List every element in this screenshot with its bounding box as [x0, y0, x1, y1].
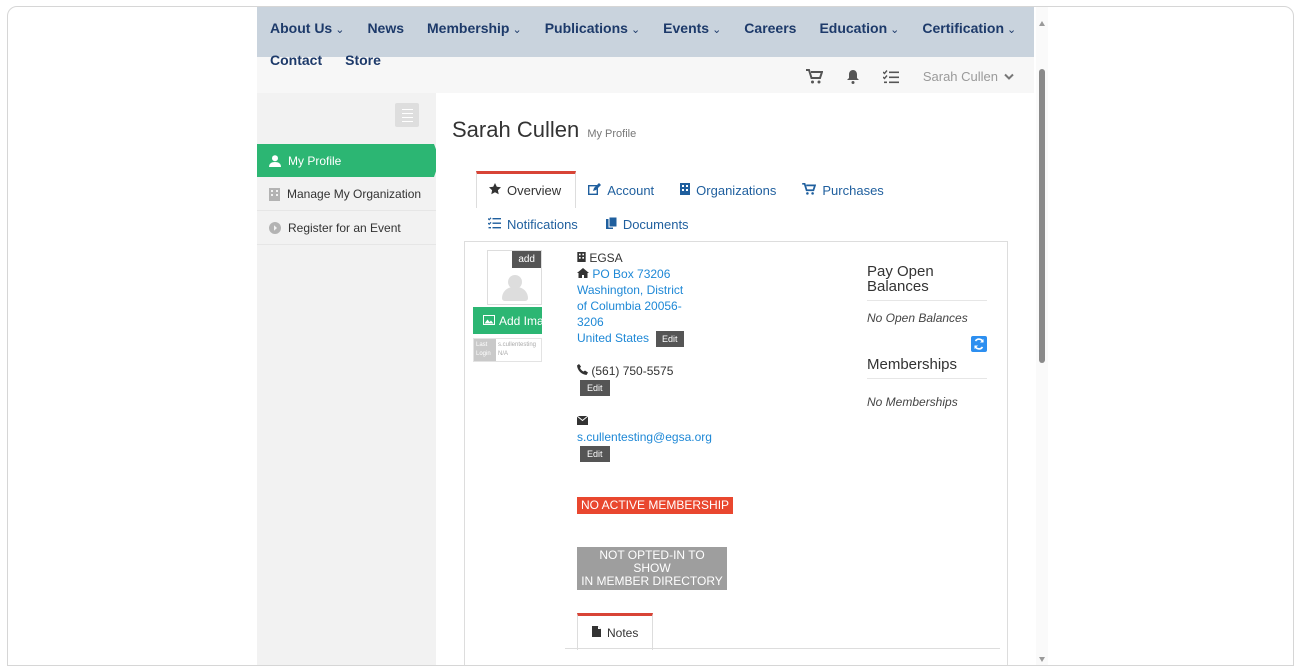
sidebar-item-register-event[interactable]: Register for an Event — [257, 212, 436, 245]
header-tools: Sarah Cullen — [805, 69, 1014, 84]
email-link[interactable]: s.cullentesting@egsa.org — [577, 430, 712, 444]
scroll-down-arrow-icon[interactable] — [1039, 657, 1045, 662]
edit-phone-button[interactable]: Edit — [580, 380, 610, 396]
page-title: Sarah Cullen My Profile — [452, 117, 636, 143]
no-memberships-text: No Memberships — [867, 395, 958, 409]
profile-name: Sarah Cullen — [452, 117, 580, 142]
home-icon — [577, 267, 589, 281]
cart-icon — [802, 182, 817, 198]
profile-tabs-row-2: Notifications Documents — [476, 216, 703, 237]
pay-open-balances-heading: Pay Open Balances — [867, 264, 987, 301]
tab-overview[interactable]: Overview — [476, 171, 577, 208]
chevron-down-icon: ⌄ — [512, 24, 522, 36]
image-icon — [483, 314, 495, 328]
scroll-up-arrow-icon[interactable] — [1039, 21, 1045, 26]
address: PO Box 73206 Washington, District of Col… — [577, 266, 727, 347]
phone-icon — [577, 364, 588, 378]
add-image-button[interactable]: Add Image — [473, 307, 542, 334]
file-icon — [592, 626, 601, 640]
page-subtitle: My Profile — [587, 128, 637, 140]
last-login-box: Last Login s.cullentesting N/A — [473, 338, 542, 362]
phone: (561) 750-5575 Edit — [577, 363, 727, 396]
avatar-add-button[interactable]: add — [512, 251, 541, 268]
memberships-heading: Memberships — [867, 357, 987, 379]
email: s.cullentesting@egsa.org Edit — [576, 413, 727, 462]
list-icon — [487, 217, 501, 232]
tab-documents[interactable]: Documents — [594, 216, 703, 237]
star-icon — [489, 183, 501, 198]
last-login-label: Last Login — [474, 339, 496, 361]
documents-icon — [605, 216, 618, 232]
sidebar-item-label: Manage My Organization — [287, 187, 422, 201]
nav-row-2: Contact Store — [257, 52, 391, 68]
sidebar-item-manage-organization[interactable]: Manage My Organization — [257, 178, 436, 211]
right-column: Pay Open Balances No Open Balances Member… — [867, 264, 987, 409]
building-icon — [269, 187, 280, 201]
tab-account[interactable]: Account — [576, 171, 668, 208]
directory-status-badge: NOT OPTED-IN TO SHOW IN MEMBER DIRECTORY — [577, 547, 727, 590]
edit-address-button[interactable]: Edit — [656, 331, 684, 347]
chevron-down-icon: ⌄ — [712, 24, 722, 36]
chevron-down-icon: ⌄ — [1007, 24, 1017, 36]
no-open-balances-text: No Open Balances — [867, 311, 968, 325]
user-name: Sarah Cullen — [922, 69, 998, 84]
edit-email-button[interactable]: Edit — [580, 446, 610, 462]
nav-about-us[interactable]: About Us ⌄ — [257, 20, 354, 36]
left-sidebar: My Profile Manage My Organization Regist… — [257, 93, 440, 665]
chevron-down-icon: ⌄ — [890, 24, 900, 36]
sidebar-item-my-profile[interactable]: My Profile — [257, 144, 440, 177]
nav-publications[interactable]: Publications ⌄ — [532, 20, 650, 36]
chevron-down-icon: ⌄ — [630, 24, 641, 36]
membership-status-badge: NO ACTIVE MEMBERSHIP — [577, 497, 734, 514]
edit-icon — [588, 183, 602, 198]
vertical-scrollbar[interactable] — [1036, 7, 1048, 665]
address-line-3[interactable]: of Columbia 20056- — [577, 299, 682, 313]
browser-frame: About Us ⌄ News Membership ⌄ Publications ⌄… — [7, 6, 1294, 666]
nav-store[interactable]: Store — [332, 52, 391, 68]
scroll-thumb[interactable] — [1039, 69, 1045, 363]
chevron-down-icon: ⌄ — [335, 24, 345, 36]
nav-certification[interactable]: Certification ⌄ — [909, 20, 1026, 36]
nav-news[interactable]: News — [354, 20, 414, 36]
sidebar-item-label: Register for an Event — [288, 221, 401, 235]
avatar: add — [487, 250, 542, 305]
chevron-down-icon — [1004, 73, 1014, 81]
user-icon — [269, 154, 281, 167]
nav-education[interactable]: Education ⌄ — [806, 20, 909, 36]
refresh-icon[interactable] — [971, 336, 987, 352]
sidebar-item-label: My Profile — [288, 153, 342, 168]
contact-info: EGSA PO Box 73206 Washington, District o… — [576, 250, 727, 462]
profile-tabs-row-1: Overview Account Organizations Purchases — [476, 171, 898, 208]
tab-purchases[interactable]: Purchases — [790, 171, 897, 208]
building-icon — [680, 183, 691, 198]
address-line-4[interactable]: 3206 — [577, 315, 604, 329]
tasks-icon[interactable] — [882, 69, 899, 84]
sidebar-toggle-button[interactable] — [395, 103, 419, 127]
overview-panel: add Add Image Last Login s.cullentesting… — [464, 241, 1008, 665]
tab-notifications[interactable]: Notifications — [476, 217, 592, 237]
address-line-5[interactable]: United States — [577, 331, 649, 345]
main-content: Sarah Cullen My Profile Overview Account… — [436, 93, 1034, 665]
tab-notes[interactable]: Notes — [577, 613, 653, 650]
tab-organizations[interactable]: Organizations — [668, 171, 790, 208]
envelope-icon — [576, 414, 589, 428]
user-menu[interactable]: Sarah Cullen — [923, 69, 1014, 84]
top-navigation: About Us ⌄ News Membership ⌄ Publications ⌄… — [257, 7, 1034, 57]
address-line-1[interactable]: PO Box 73206 — [592, 267, 670, 281]
notes-divider — [565, 648, 1000, 649]
nav-careers[interactable]: Careers — [731, 20, 806, 36]
nav-contact[interactable]: Contact — [257, 52, 332, 68]
nav-row-1: About Us ⌄ News Membership ⌄ Publications ⌄… — [257, 20, 1026, 36]
bell-icon[interactable] — [846, 69, 859, 84]
last-login-value: s.cullentesting N/A — [498, 342, 537, 357]
building-icon — [577, 251, 586, 265]
address-line-2[interactable]: Washington, District — [577, 283, 683, 297]
cart-icon[interactable] — [805, 69, 823, 84]
nav-events[interactable]: Events ⌄ — [650, 20, 731, 36]
page-viewport: About Us ⌄ News Membership ⌄ Publications ⌄… — [8, 7, 1036, 665]
arrow-circle-icon — [269, 222, 281, 234]
nav-membership[interactable]: Membership ⌄ — [414, 20, 532, 36]
organization: EGSA — [577, 250, 727, 266]
